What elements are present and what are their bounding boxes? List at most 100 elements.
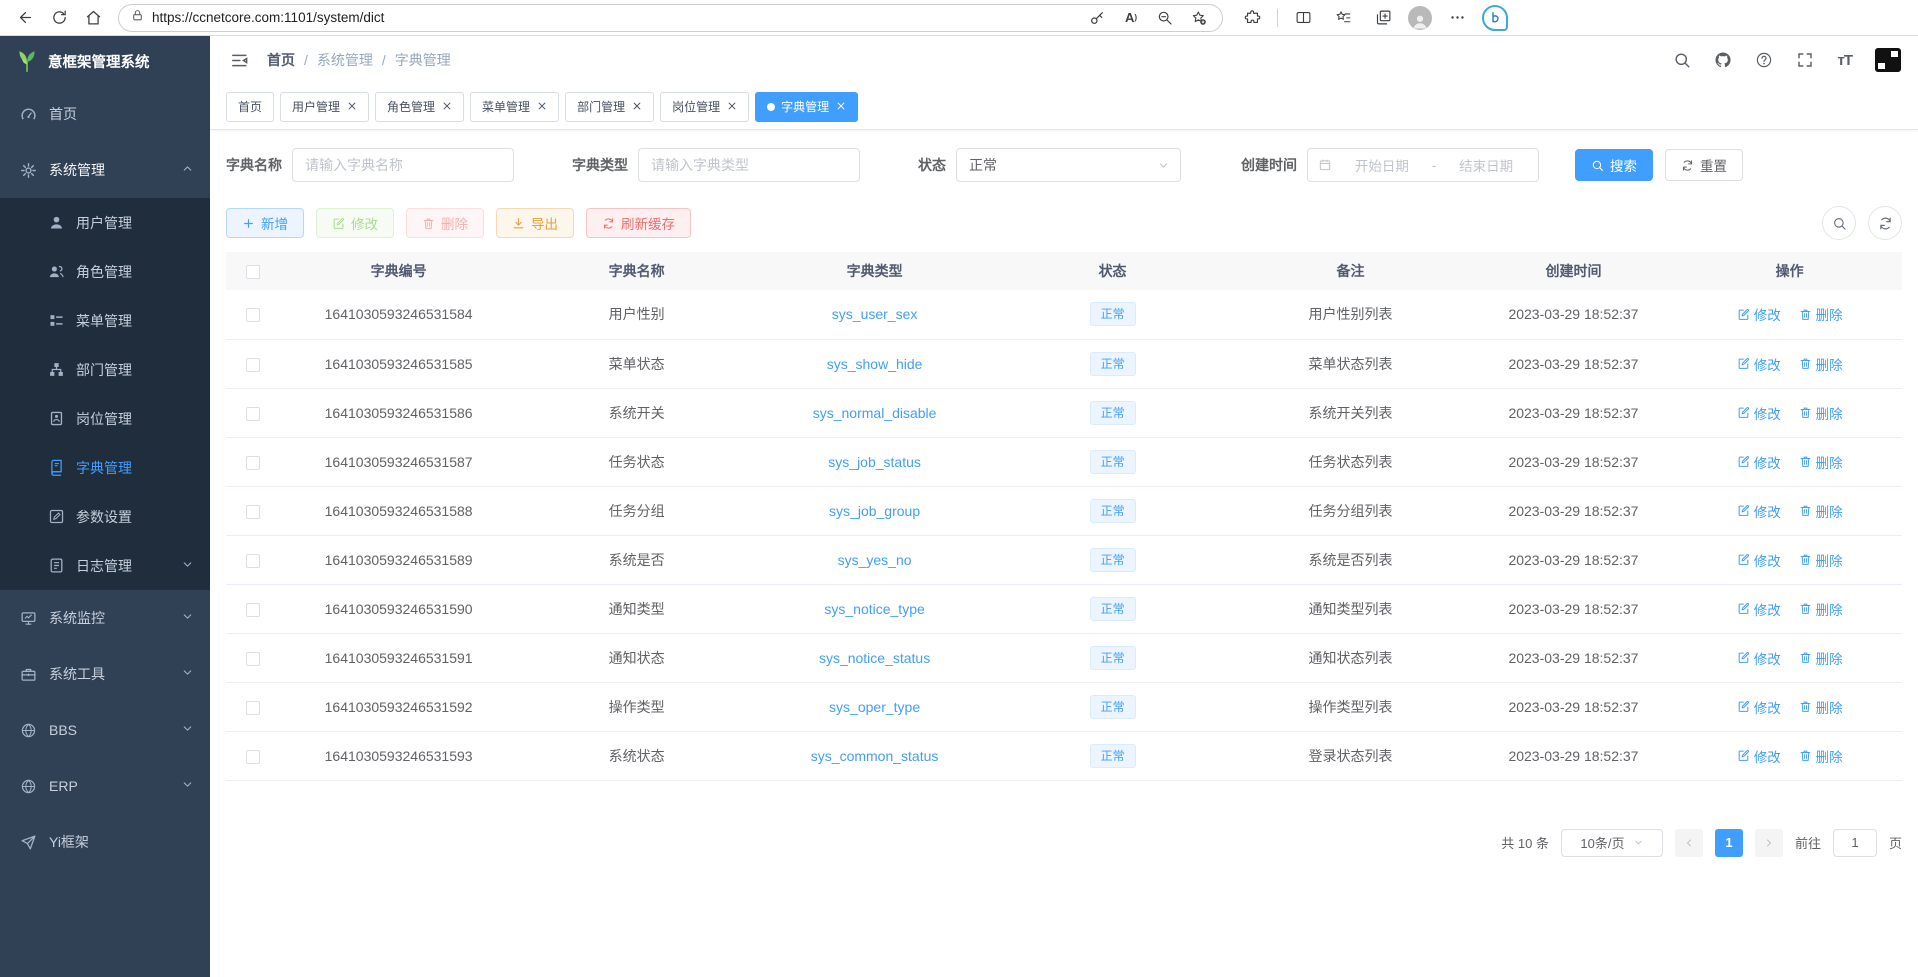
select-all-checkbox[interactable] <box>246 265 260 279</box>
tab-post-mgmt[interactable]: 岗位管理 <box>660 92 749 122</box>
dict-type-link[interactable]: sys_show_hide <box>827 356 923 372</box>
dict-type-link[interactable]: sys_normal_disable <box>813 405 937 421</box>
tab-close-icon[interactable] <box>347 100 357 114</box>
dict-type-link[interactable]: sys_job_status <box>828 454 921 470</box>
font-size-icon[interactable]: тT <box>1837 52 1852 69</box>
more-menu-icon[interactable] <box>1442 3 1472 33</box>
breadcrumb-home[interactable]: 首页 <box>267 50 295 70</box>
sidebar-item-log-mgmt[interactable]: 日志管理 <box>0 541 210 590</box>
sidebar-item-param-settings[interactable]: 参数设置 <box>0 492 210 541</box>
read-aloud-icon[interactable]: A) <box>1118 5 1144 31</box>
row-edit-button[interactable]: 修改 <box>1737 550 1781 570</box>
sidebar-item-bbs[interactable]: BBS <box>0 702 210 758</box>
next-page-button[interactable] <box>1755 829 1783 857</box>
row-edit-button[interactable]: 修改 <box>1737 501 1781 521</box>
sidebar-item-menu-mgmt[interactable]: 菜单管理 <box>0 296 210 345</box>
dict-name-input[interactable] <box>292 148 514 182</box>
split-screen-icon[interactable] <box>1288 3 1318 33</box>
browser-refresh-button[interactable] <box>44 3 74 33</box>
address-bar[interactable]: https://ccnetcore.com:1101/system/dict A… <box>118 4 1223 32</box>
row-edit-button[interactable]: 修改 <box>1737 599 1781 619</box>
row-delete-button[interactable]: 删除 <box>1799 304 1843 324</box>
row-edit-button[interactable]: 修改 <box>1737 746 1781 766</box>
sidebar-item-system-tools[interactable]: 系统工具 <box>0 646 210 702</box>
row-checkbox[interactable] <box>246 505 260 519</box>
row-edit-button[interactable]: 修改 <box>1737 452 1781 472</box>
row-checkbox[interactable] <box>246 456 260 470</box>
row-edit-button[interactable]: 修改 <box>1737 354 1781 374</box>
tab-role-mgmt[interactable]: 角色管理 <box>375 92 464 122</box>
status-select[interactable]: 正常 <box>956 148 1181 182</box>
export-button[interactable]: 导出 <box>496 208 574 238</box>
profile-avatar[interactable] <box>1408 6 1432 30</box>
show-search-toggle-button[interactable] <box>1822 206 1856 240</box>
row-edit-button[interactable]: 修改 <box>1737 403 1781 423</box>
breadcrumb-system-mgmt[interactable]: 系统管理 <box>317 50 373 70</box>
dict-type-link[interactable]: sys_yes_no <box>838 552 912 568</box>
sidebar-item-role-mgmt[interactable]: 角色管理 <box>0 247 210 296</box>
refresh-cache-button[interactable]: 刷新缓存 <box>586 208 691 238</box>
row-delete-button[interactable]: 删除 <box>1799 403 1843 423</box>
row-checkbox[interactable] <box>246 554 260 568</box>
row-edit-button[interactable]: 修改 <box>1737 697 1781 717</box>
tab-dict-mgmt[interactable]: 字典管理 <box>755 92 858 122</box>
sidebar-item-yi-framework[interactable]: Yi框架 <box>0 814 210 870</box>
password-key-icon[interactable] <box>1084 5 1110 31</box>
tab-close-icon[interactable] <box>836 100 846 114</box>
bing-chat-icon[interactable] <box>1482 5 1508 31</box>
favorites-icon[interactable] <box>1328 3 1358 33</box>
sidebar-item-post-mgmt[interactable]: 岗位管理 <box>0 394 210 443</box>
row-delete-button[interactable]: 删除 <box>1799 599 1843 619</box>
tab-close-icon[interactable] <box>632 100 642 114</box>
row-edit-button[interactable]: 修改 <box>1737 648 1781 668</box>
end-date-placeholder[interactable]: 结束日期 <box>1444 155 1528 175</box>
dict-type-link[interactable]: sys_notice_status <box>819 650 930 666</box>
sidebar-item-system-mgmt[interactable]: 系统管理 <box>0 142 210 198</box>
edit-button[interactable]: 修改 <box>316 208 394 238</box>
sidebar-item-system-monitor[interactable]: 系统监控 <box>0 590 210 646</box>
row-delete-button[interactable]: 删除 <box>1799 501 1843 521</box>
github-icon[interactable] <box>1714 51 1732 69</box>
row-checkbox[interactable] <box>246 652 260 666</box>
tab-close-icon[interactable] <box>442 100 452 114</box>
delete-button[interactable]: 删除 <box>406 208 484 238</box>
sidebar-item-dept-mgmt[interactable]: 部门管理 <box>0 345 210 394</box>
dict-type-link[interactable]: sys_user_sex <box>832 306 918 322</box>
tab-dept-mgmt[interactable]: 部门管理 <box>565 92 654 122</box>
header-search-icon[interactable] <box>1673 51 1691 69</box>
dict-type-link[interactable]: sys_job_group <box>829 503 920 519</box>
sidebar-item-user-mgmt[interactable]: 用户管理 <box>0 198 210 247</box>
dict-type-link[interactable]: sys_notice_type <box>824 601 924 617</box>
help-icon[interactable] <box>1755 51 1773 69</box>
browser-home-button[interactable] <box>78 3 108 33</box>
row-delete-button[interactable]: 删除 <box>1799 746 1843 766</box>
dict-type-link[interactable]: sys_oper_type <box>829 699 920 715</box>
row-checkbox[interactable] <box>246 358 260 372</box>
page-size-select[interactable]: 10条/页 <box>1561 829 1663 857</box>
dict-type-link[interactable]: sys_common_status <box>811 748 939 764</box>
goto-page-input[interactable] <box>1833 829 1877 857</box>
sidebar-collapse-icon[interactable] <box>230 51 249 70</box>
tab-close-icon[interactable] <box>537 100 547 114</box>
row-checkbox[interactable] <box>246 308 260 322</box>
row-checkbox[interactable] <box>246 407 260 421</box>
row-checkbox[interactable] <box>246 701 260 715</box>
extensions-icon[interactable] <box>1237 3 1267 33</box>
row-delete-button[interactable]: 删除 <box>1799 697 1843 717</box>
collections-icon[interactable] <box>1368 3 1398 33</box>
search-button[interactable]: 搜索 <box>1575 149 1653 181</box>
row-delete-button[interactable]: 删除 <box>1799 354 1843 374</box>
browser-back-button[interactable] <box>10 3 40 33</box>
current-page-button[interactable]: 1 <box>1715 829 1743 857</box>
zoom-out-icon[interactable] <box>1152 5 1178 31</box>
fullscreen-icon[interactable] <box>1796 51 1814 69</box>
tab-menu-mgmt[interactable]: 菜单管理 <box>470 92 559 122</box>
sidebar-item-dict-mgmt[interactable]: 字典管理 <box>0 443 210 492</box>
tab-close-icon[interactable] <box>727 100 737 114</box>
url-text[interactable]: https://ccnetcore.com:1101/system/dict <box>152 10 1076 25</box>
row-checkbox[interactable] <box>246 603 260 617</box>
reset-button[interactable]: 重置 <box>1665 149 1743 181</box>
row-delete-button[interactable]: 删除 <box>1799 648 1843 668</box>
row-delete-button[interactable]: 删除 <box>1799 550 1843 570</box>
refresh-table-button[interactable] <box>1868 206 1902 240</box>
